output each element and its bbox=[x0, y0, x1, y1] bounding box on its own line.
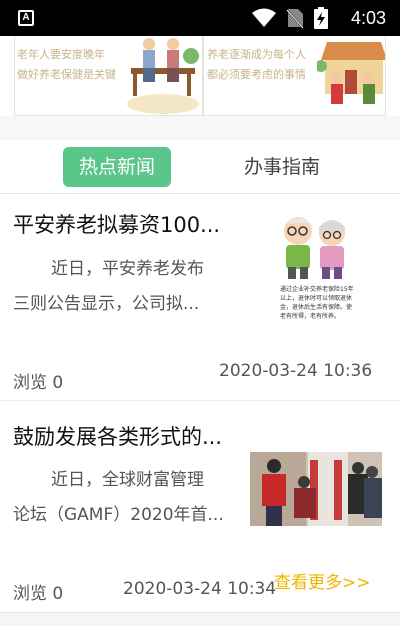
publish-date: 2020-03-24 10:34 bbox=[123, 579, 277, 599]
app-notification-icon: A bbox=[18, 10, 34, 26]
banner-divider bbox=[202, 36, 204, 115]
bottom-edge bbox=[0, 612, 400, 626]
banner-slide-left[interactable]: 老年人要安度晚年 做好养老保健是关键 bbox=[15, 36, 201, 115]
news-title: 平安养老拟募资100... bbox=[13, 213, 221, 237]
banner-right-line2: 都必须要考虑的事情 bbox=[207, 68, 306, 81]
view-more-link[interactable]: 查看更多>> bbox=[274, 568, 371, 593]
news-thumbnail bbox=[250, 452, 382, 526]
tab-bar: 热点新闻 办事指南 bbox=[0, 140, 400, 194]
banner-left-line2: 做好养老保健是关键 bbox=[17, 68, 116, 81]
wifi-icon bbox=[252, 8, 276, 27]
news-summary-line2: 论坛（GAMF）2020年首... bbox=[13, 505, 224, 525]
news-summary-line2: 三则公告显示，公司拟... bbox=[13, 294, 200, 314]
elderly-couple-house-illustration bbox=[317, 42, 385, 104]
news-title: 鼓励发展各类形式的... bbox=[13, 425, 223, 449]
people-masks-photo bbox=[250, 452, 382, 526]
banner-left-line1: 老年人要安度晚年 bbox=[17, 48, 105, 61]
news-summary-line1: 近日，平安养老发布 bbox=[51, 259, 204, 279]
no-sim-icon bbox=[286, 9, 304, 29]
elderly-couple-cartoon-image bbox=[284, 217, 345, 279]
news-summary: 近日，全球财富管理 论坛（GAMF）2020年首... bbox=[13, 463, 245, 533]
status-time: 4:03 bbox=[350, 8, 386, 28]
thumbnail-caption: 通过企业补交养老保险15年以上，退休时可以领取退休金，退休后生活有保障。使老有所… bbox=[280, 286, 354, 320]
view-count: 浏览 0 bbox=[13, 584, 64, 604]
tab-service-guide[interactable]: 办事指南 bbox=[228, 147, 336, 187]
banner-carousel[interactable]: 老年人要安度晚年 做好养老保健是关键 养老逐渐成为每个人 都必须要考虑的事情 bbox=[14, 36, 386, 116]
elderly-couple-bench-illustration bbox=[127, 38, 199, 114]
banner-slide-right[interactable]: 养老逐渐成为每个人 都必须要考虑的事情 bbox=[205, 36, 385, 115]
news-thumbnail: 通过企业补交养老保险15年以上，退休时可以领取退休金，退休后生活有保障。使老有所… bbox=[268, 209, 360, 335]
status-bar: A 4:03 bbox=[0, 0, 400, 36]
news-summary-line1: 近日，全球财富管理 bbox=[51, 470, 204, 490]
banner-right-line1: 养老逐渐成为每个人 bbox=[207, 48, 306, 61]
status-icons bbox=[252, 7, 328, 29]
publish-date: 2020-03-24 10:36 bbox=[219, 361, 373, 381]
section-gap bbox=[0, 116, 400, 140]
news-item[interactable]: 平安养老拟募资100... 近日，平安养老发布 三则公告显示，公司拟... 浏览… bbox=[0, 195, 400, 400]
battery-charging-icon bbox=[314, 7, 328, 29]
news-summary: 近日，平安养老发布 三则公告显示，公司拟... bbox=[13, 252, 245, 322]
view-count: 浏览 0 bbox=[13, 373, 64, 393]
tab-hot-news[interactable]: 热点新闻 bbox=[63, 147, 171, 187]
